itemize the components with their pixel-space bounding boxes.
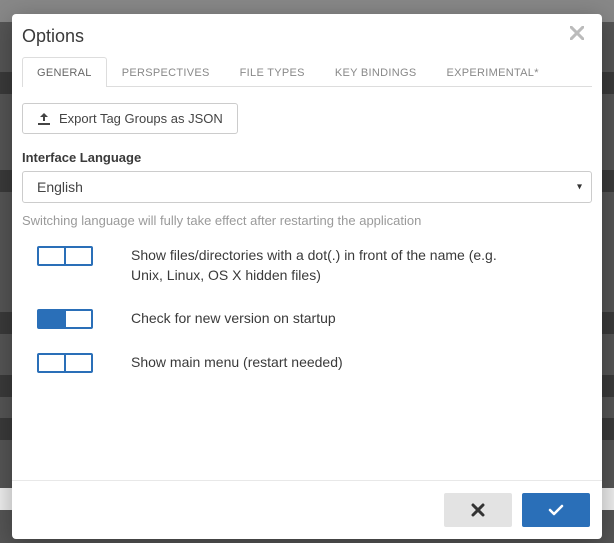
check-icon — [548, 504, 564, 516]
options-dialog: Options GENERAL PERSPECTIVES FILE TYPES … — [12, 14, 602, 539]
tab-perspectives[interactable]: PERSPECTIVES — [107, 57, 225, 87]
language-select[interactable]: English — [22, 171, 592, 203]
label-show-hidden: Show files/directories with a dot(.) in … — [131, 246, 531, 285]
row-check-version: Check for new version on startup — [22, 309, 592, 329]
language-hint: Switching language will fully take effec… — [22, 213, 592, 228]
dialog-footer — [12, 480, 602, 539]
tab-filetypes[interactable]: FILE TYPES — [225, 57, 320, 87]
tab-experimental[interactable]: EXPERIMENTAL* — [431, 57, 553, 87]
label-main-menu: Show main menu (restart needed) — [131, 353, 343, 373]
tab-general[interactable]: GENERAL — [22, 57, 107, 87]
tab-bar: GENERAL PERSPECTIVES FILE TYPES KEY BIND… — [22, 57, 592, 87]
ok-button[interactable] — [522, 493, 590, 527]
close-icon — [471, 503, 485, 517]
dialog-content: Export Tag Groups as JSON Interface Lang… — [12, 87, 602, 480]
close-button[interactable] — [568, 26, 586, 40]
close-icon — [570, 26, 584, 40]
dialog-header: Options — [12, 14, 602, 47]
export-button-label: Export Tag Groups as JSON — [59, 111, 223, 126]
language-select-wrap: English — [22, 171, 592, 203]
row-main-menu: Show main menu (restart needed) — [22, 353, 592, 373]
toggle-main-menu[interactable] — [37, 353, 93, 373]
export-tag-groups-button[interactable]: Export Tag Groups as JSON — [22, 103, 238, 134]
label-check-version: Check for new version on startup — [131, 309, 336, 329]
row-show-hidden: Show files/directories with a dot(.) in … — [22, 246, 592, 285]
settings-rows: Show files/directories with a dot(.) in … — [22, 246, 592, 373]
upload-icon — [37, 113, 51, 125]
interface-language-label: Interface Language — [22, 150, 592, 165]
cancel-button[interactable] — [444, 493, 512, 527]
dialog-title: Options — [22, 26, 84, 47]
tab-keybindings[interactable]: KEY BINDINGS — [320, 57, 432, 87]
toggle-check-version[interactable] — [37, 309, 93, 329]
toggle-show-hidden[interactable] — [37, 246, 93, 266]
